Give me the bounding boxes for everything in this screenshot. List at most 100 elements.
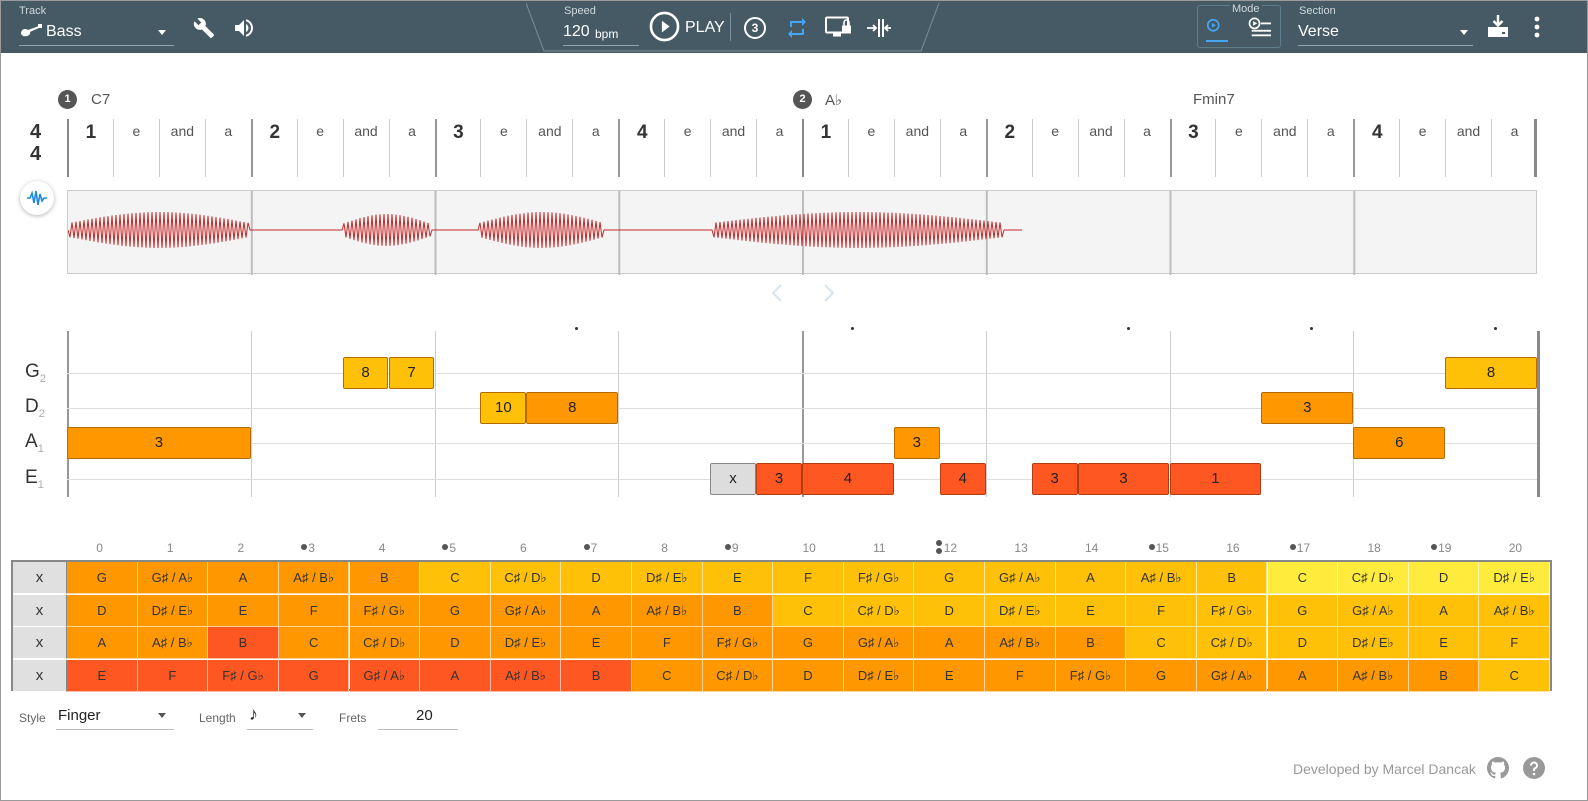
fret-note-cell[interactable]: D (561, 562, 632, 594)
fret-note-cell[interactable]: F♯ / G♭ (208, 659, 279, 692)
tab-note[interactable]: 8 (526, 392, 619, 424)
length-select[interactable]: ♪ (247, 704, 313, 730)
fret-note-cell[interactable]: G♯ / A♭ (1196, 659, 1268, 692)
fret-note-cell[interactable]: E (1055, 594, 1127, 627)
fret-note-cell[interactable]: A (561, 594, 632, 627)
fret-note-cell[interactable]: C♯ / D♭ (490, 562, 562, 594)
play-mode-icon[interactable] (1205, 17, 1227, 39)
github-icon[interactable] (1487, 757, 1509, 779)
fret-note-cell[interactable]: B (561, 659, 632, 692)
fret-note-cell[interactable]: G (67, 562, 138, 594)
fret-note-cell[interactable]: E (208, 594, 279, 627)
fret-note-cell[interactable]: G♯ / A♭ (1338, 594, 1409, 627)
chord-name[interactable]: C7 (91, 91, 110, 108)
fret-note-cell[interactable]: E (702, 562, 774, 594)
fret-note-cell[interactable]: G (914, 562, 985, 594)
waveform-track[interactable] (67, 190, 1537, 275)
fret-note-cell[interactable]: B (1408, 659, 1480, 692)
fret-note-cell[interactable]: G (773, 627, 844, 659)
fret-note-cell[interactable]: D♯ / E♭ (137, 594, 209, 627)
fret-note-cell[interactable]: C♯ / D♭ (702, 659, 774, 692)
fret-note-cell[interactable]: A♯ / B♭ (137, 627, 209, 659)
fret-note-cell[interactable]: D (1267, 627, 1339, 659)
section-select[interactable]: Verse (1298, 21, 1473, 46)
fret-note-cell[interactable]: A♯ / B♭ (985, 627, 1056, 659)
fret-note-cell[interactable]: A♯ / B♭ (490, 659, 562, 692)
fret-note-cell[interactable]: C♯ / D♭ (1196, 627, 1268, 659)
chevron-left-icon[interactable] (769, 283, 785, 303)
fret-note-cell[interactable]: A (1267, 659, 1339, 692)
tab-note[interactable]: 8 (1445, 357, 1537, 389)
tab-note[interactable]: 3 (1031, 463, 1078, 495)
fret-note-cell[interactable]: D♯ / E♭ (632, 562, 703, 594)
tab-note[interactable]: x (710, 463, 756, 495)
countdown-toggle[interactable]: 3 (744, 17, 766, 39)
tab-note[interactable]: 10 (480, 392, 527, 424)
fit-width-icon[interactable] (866, 17, 892, 39)
fret-note-cell[interactable]: F (632, 627, 703, 659)
tab-note[interactable]: 8 (342, 357, 389, 389)
fret-note-cell[interactable]: F (137, 659, 209, 692)
tab-note[interactable]: 3 (1261, 392, 1354, 424)
waveform-toggle[interactable] (20, 181, 54, 215)
tab-staff[interactable]: G2 D2 A1 E1 8 7 8 10 8 3 3 3 6 x 3 4 4 3 3 1 (1, 321, 1587, 501)
fret-note-cell[interactable]: B (702, 594, 774, 627)
fret-note-cell[interactable]: F (1479, 627, 1550, 659)
chord-name[interactable]: A♭ (825, 91, 842, 109)
fret-note-cell[interactable]: G♯ / A♭ (985, 562, 1056, 594)
tab-note[interactable]: 4 (802, 463, 894, 495)
fret-note-cell[interactable]: G♯ / A♭ (349, 659, 421, 692)
fret-note-cell[interactable]: A (208, 562, 279, 594)
fret-note-cell[interactable]: A (914, 627, 985, 659)
fret-note-cell[interactable]: F♯ / G♭ (843, 562, 915, 594)
fret-note-cell[interactable]: C♯ / D♭ (349, 627, 421, 659)
fret-note-cell[interactable]: G♯ / A♭ (137, 562, 209, 594)
style-select[interactable]: Finger (56, 705, 174, 730)
help-icon[interactable] (1522, 756, 1546, 780)
mute-string-button[interactable]: x (13, 562, 67, 594)
fret-note-cell[interactable]: E (67, 659, 138, 692)
fret-note-cell[interactable]: D♯ / E♭ (985, 594, 1056, 627)
fret-note-cell[interactable]: C (1126, 627, 1197, 659)
fret-note-cell[interactable]: A (67, 627, 138, 659)
fret-note-cell[interactable]: F♯ / G♭ (702, 627, 774, 659)
more-vert-icon[interactable] (1533, 15, 1541, 39)
fret-note-cell[interactable]: C (632, 659, 703, 692)
play-button[interactable]: PLAY (649, 11, 725, 43)
tab-note[interactable]: 7 (388, 357, 435, 389)
fret-note-cell[interactable]: G♯ / A♭ (843, 627, 915, 659)
fret-note-cell[interactable]: D (420, 627, 491, 659)
tab-note[interactable]: 3 (756, 463, 802, 495)
tab-note[interactable]: 3 (893, 427, 940, 459)
fret-note-cell[interactable]: D (1408, 562, 1480, 594)
fret-note-cell[interactable]: E (1408, 627, 1480, 659)
chevron-right-icon[interactable] (821, 283, 837, 303)
tab-note[interactable]: 4 (939, 463, 986, 495)
fret-note-cell[interactable]: C♯ / D♭ (843, 594, 915, 627)
fret-note-cell[interactable]: D (914, 594, 985, 627)
fret-note-cell[interactable]: G (278, 659, 350, 692)
fret-note-cell[interactable]: B (1055, 627, 1127, 659)
speed-input[interactable]: 120 bpm (563, 21, 639, 46)
fret-note-cell[interactable]: D (773, 659, 844, 692)
download-icon[interactable] (1486, 13, 1510, 39)
screen-lock-icon[interactable] (825, 15, 853, 40)
fret-note-cell[interactable]: E (561, 627, 632, 659)
fret-note-cell[interactable]: F♯ / G♭ (1055, 659, 1127, 692)
playlist-mode-icon[interactable] (1248, 17, 1272, 39)
fret-note-cell[interactable]: G (1126, 659, 1197, 692)
fret-note-cell[interactable]: A♯ / B♭ (632, 594, 703, 627)
mute-string-button[interactable]: x (13, 627, 67, 659)
mute-string-button[interactable]: x (13, 659, 67, 692)
fret-note-cell[interactable]: D♯ / E♭ (1479, 562, 1550, 594)
fret-note-cell[interactable]: C (278, 627, 350, 659)
fret-note-cell[interactable]: A♯ / B♭ (1479, 594, 1550, 627)
wrench-icon[interactable] (193, 17, 215, 39)
fret-note-cell[interactable]: B (208, 627, 279, 659)
fret-note-cell[interactable]: F♯ / G♭ (1196, 594, 1268, 627)
fret-note-cell[interactable]: B (1196, 562, 1268, 594)
track-select[interactable]: Bass (19, 21, 174, 46)
fret-note-cell[interactable]: A♯ / B♭ (1126, 562, 1197, 594)
loop-icon[interactable] (784, 16, 810, 40)
fret-note-cell[interactable]: G♯ / A♭ (490, 594, 562, 627)
